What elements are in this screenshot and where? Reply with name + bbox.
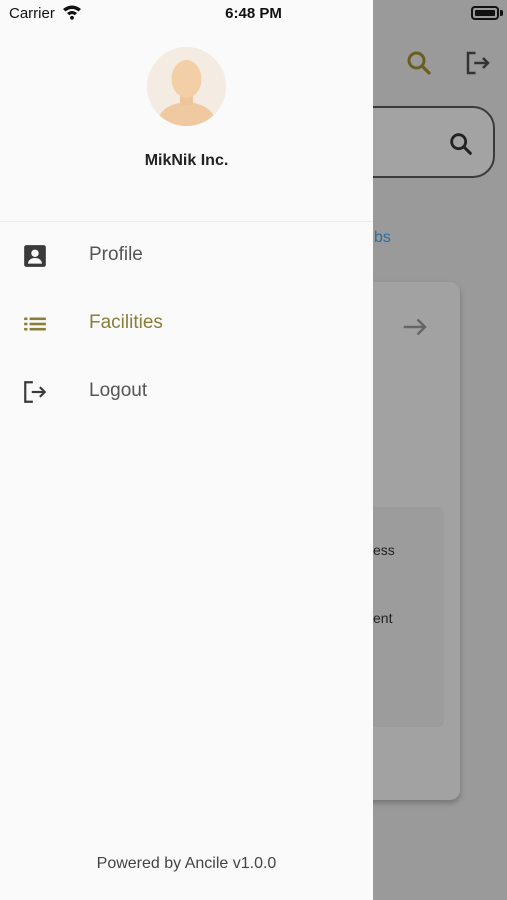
menu-item-label: Logout [89,380,148,401]
status-bar: Carrier 6:48 PM [0,0,507,30]
divider [0,221,373,222]
menu-item-profile[interactable]: Profile [0,226,373,286]
clock: 6:48 PM [225,5,282,22]
logout-icon [24,381,47,403]
version-footer: Powered by Ancile v1.0.0 [96,855,277,872]
battery-icon [471,6,499,20]
list-icon [24,317,46,331]
logout-icon[interactable] [463,48,493,78]
contact-card-icon [24,245,46,267]
search-icon [450,133,472,155]
menu-item-label: Facilities [89,312,163,333]
arrow-right-icon[interactable] [400,312,430,342]
menu-item-facilities[interactable]: Facilities [0,294,373,354]
menu-item-label: Profile [89,244,143,265]
menu-item-logout[interactable]: Logout [0,362,373,422]
avatar[interactable] [147,47,226,126]
search-icon[interactable] [404,48,434,78]
background-text: ent [373,610,393,626]
background-text: ess [373,542,395,558]
navigation-drawer: MikNik Inc. Profile Facilities Logout Po… [0,0,373,900]
battery-cap [500,10,503,16]
background-link[interactable]: bs [374,229,391,247]
organization-name: MikNik Inc. [144,152,229,169]
person-icon [147,47,226,126]
